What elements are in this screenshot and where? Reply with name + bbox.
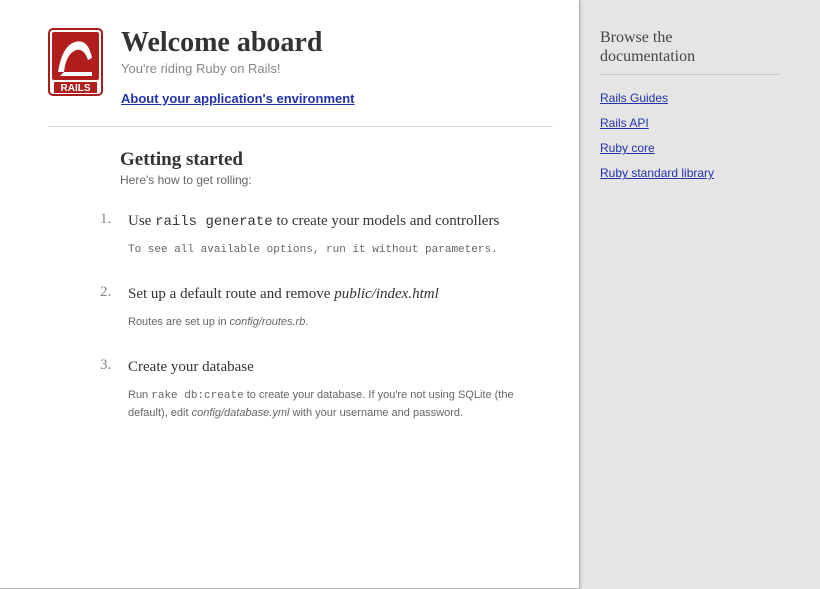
steps-list: Use rails generate to create your models… [48,211,553,421]
svg-text:RAILS: RAILS [61,83,91,94]
sidebar-links: Rails Guides Rails API Ruby core Ruby st… [600,89,780,182]
step-title: Use rails generate to create your models… [128,211,553,232]
step-title: Set up a default route and remove public… [128,284,553,304]
link-rails-guides[interactable]: Rails Guides [600,91,668,105]
step-item: Create your database Run rake db:create … [48,357,553,421]
sidebar-heading: Browse the documentation [600,28,780,66]
rails-logo-icon: RAILS [48,28,103,96]
link-ruby-core[interactable]: Ruby core [600,141,655,155]
getting-started-heading: Getting started [120,149,553,171]
about-environment-link[interactable]: About your application's environment [121,91,355,106]
link-ruby-stdlib[interactable]: Ruby standard library [600,166,714,180]
link-rails-api[interactable]: Rails API [600,116,649,130]
main-panel: RAILS Welcome aboard You're riding Ruby … [0,0,580,589]
page-container: RAILS Welcome aboard You're riding Ruby … [0,0,820,589]
header: RAILS Welcome aboard You're riding Ruby … [48,28,553,108]
step-note: To see all available options, run it wit… [128,242,553,259]
page-title: Welcome aboard [121,28,355,59]
divider [48,126,553,127]
step-item: Use rails generate to create your models… [48,211,553,258]
getting-started-subtitle: Here's how to get rolling: [120,173,553,187]
getting-started-section: Getting started Here's how to get rollin… [48,149,553,421]
step-item: Set up a default route and remove public… [48,284,553,331]
header-text: Welcome aboard You're riding Ruby on Rai… [121,28,355,108]
sidebar-divider [600,74,780,75]
step-title: Create your database [128,357,553,377]
step-note: Run rake db:create to create your databa… [128,387,553,421]
sidebar: Browse the documentation Rails Guides Ra… [580,0,800,589]
tagline: You're riding Ruby on Rails! [121,61,355,76]
step-note: Routes are set up in config/routes.rb. [128,314,553,331]
